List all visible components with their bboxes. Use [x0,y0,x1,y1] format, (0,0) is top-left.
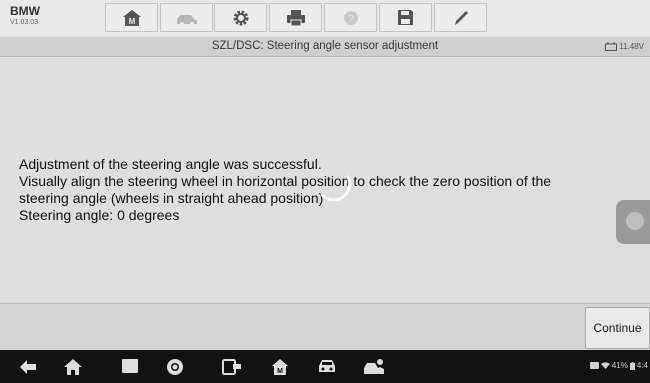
page-title: SZL/DSC: Steering angle sensor adjustmen… [211,40,439,52]
help-icon: ? [343,10,358,25]
autel-home-icon[interactable]: M [271,358,289,376]
app-version: V1.03.03 [10,19,39,26]
brand: BMW V1.03.03 [10,5,40,28]
vci-connection-icon[interactable] [221,358,243,376]
back-icon[interactable] [18,358,38,376]
save-button[interactable] [379,3,432,32]
browser-icon[interactable] [166,358,184,376]
recent-apps-icon[interactable] [121,358,139,374]
floppy-disk-icon [398,10,413,25]
status-tray: 41% 4:4 [589,361,648,370]
title-bar: SZL/DSC: Steering angle sensor adjustmen… [0,37,650,57]
system-navigation-bar: M 41% 4:4 [0,350,650,383]
home-button[interactable]: M [105,3,158,32]
message-icon [589,362,599,369]
home-icon: M [122,9,141,26]
top-toolbar: BMW V1.03.03 M ? [0,0,650,35]
wifi-icon [600,362,610,369]
vehicle-swap-button[interactable] [160,3,213,32]
brand-name: BMW [10,4,40,18]
battery-voltage: 11.48V [619,42,644,51]
loading-spinner-icon [320,175,352,201]
car-battery-icon [605,42,618,51]
gear-icon [233,10,248,25]
svg-text:?: ? [348,14,354,25]
edit-button[interactable] [434,3,487,32]
svg-text:M: M [277,368,283,375]
print-button[interactable] [269,3,322,32]
print-icon [286,9,305,26]
repair-shop-icon[interactable] [363,358,385,376]
bottom-action-bar [0,303,650,350]
svg-text:M: M [128,17,135,26]
battery-percent: 41% [611,361,628,370]
help-button[interactable]: ? [324,3,377,32]
battery-icon [629,361,635,370]
vehicle-swap-icon [176,14,197,26]
home-icon[interactable] [63,358,83,376]
car-icon[interactable] [317,358,337,374]
clock: 4:4 [636,361,648,370]
continue-button[interactable]: Continue [585,307,650,349]
vehicle-voltage: 11.48V [605,42,644,51]
settings-button[interactable] [214,3,267,32]
pen-icon [454,10,468,25]
side-drawer-handle[interactable] [616,200,650,244]
message-line: Steering angle: 0 degrees [19,207,180,223]
